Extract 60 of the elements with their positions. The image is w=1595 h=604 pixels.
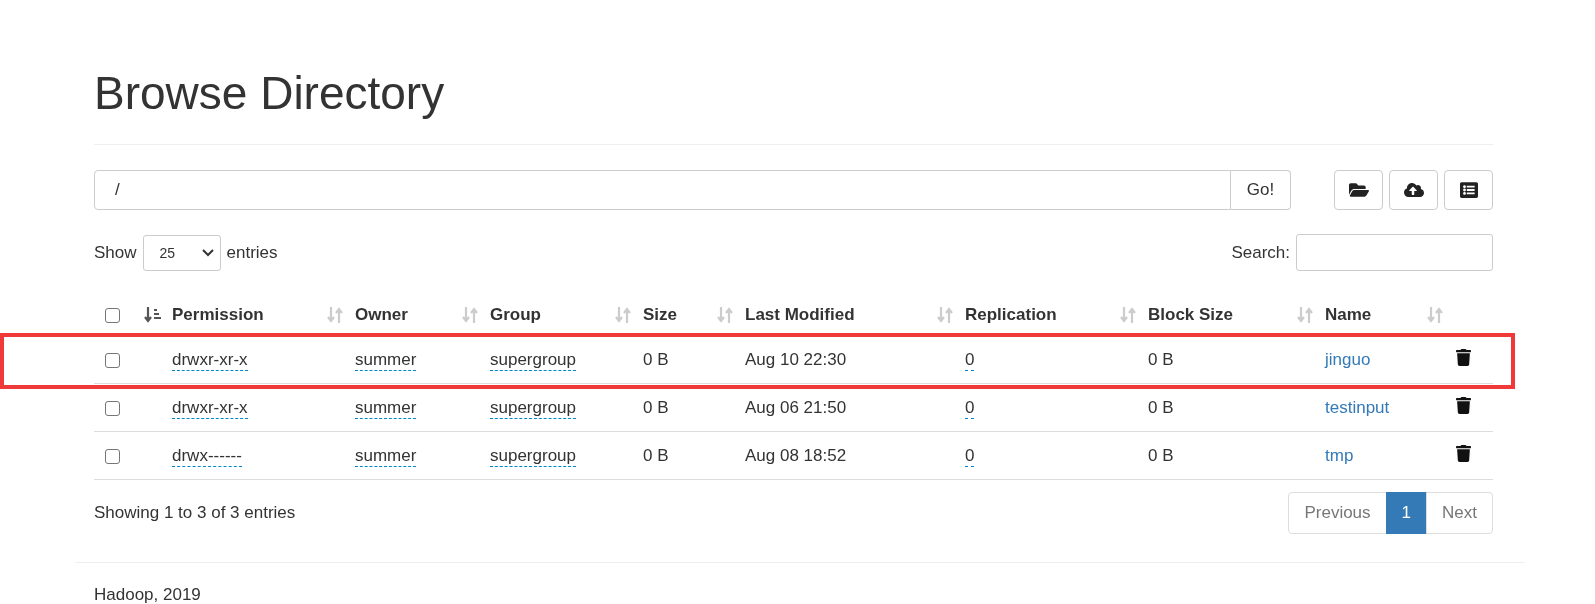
column-header[interactable]: Owner (355, 305, 408, 325)
table-cell[interactable]: 0 (965, 349, 975, 371)
table-cell: 0 B (1148, 445, 1174, 465)
table-cell[interactable]: drwxr-xr-x (172, 349, 248, 371)
cloud-upload-icon (1403, 180, 1424, 200)
column-header[interactable]: Name (1325, 305, 1372, 325)
path-field[interactable]: / (94, 170, 1231, 210)
table-cell: 0 B (1148, 349, 1174, 369)
table-cell[interactable]: summer (355, 445, 417, 467)
sort-icon[interactable] (144, 306, 162, 324)
table-cell[interactable]: supergroup (490, 349, 576, 371)
column-header[interactable]: Size (643, 305, 678, 325)
list-button[interactable] (1444, 170, 1493, 210)
pagination-button[interactable]: Next (1426, 492, 1493, 534)
table-cell: Aug 10 22:30 (745, 349, 847, 369)
page-title: Browse Directory (94, 0, 1493, 145)
table-cell: Aug 06 21:50 (745, 397, 847, 417)
footer-text: Hadoop, 2019 (94, 584, 202, 604)
chevron-icon (201, 248, 214, 257)
table-cell[interactable]: summer (355, 397, 417, 419)
column-header[interactable]: Last Modified (745, 305, 855, 325)
table-cell: Aug 08 18:52 (745, 445, 847, 465)
file-name-link[interactable]: testinput (1325, 397, 1390, 417)
select-all-checkbox[interactable] (105, 307, 120, 323)
file-name-link[interactable]: jinguo (1325, 349, 1371, 369)
trash-icon[interactable] (1455, 348, 1472, 366)
table-cell[interactable]: 0 (965, 397, 975, 419)
search-field[interactable] (1296, 234, 1493, 271)
entries-select[interactable]: 25 (142, 234, 221, 271)
go-button[interactable]: Go! (1231, 170, 1291, 210)
file-name-link[interactable]: tmp (1325, 445, 1354, 465)
table-cell[interactable]: supergroup (490, 445, 576, 467)
upload-button[interactable] (1389, 170, 1438, 210)
trash-icon[interactable] (1455, 396, 1472, 414)
show-label: Show (94, 242, 137, 263)
trash-icon[interactable] (1455, 444, 1472, 462)
column-header[interactable]: Block Size (1148, 305, 1234, 325)
table-cell: 0 B (643, 445, 669, 465)
create-folder-button[interactable] (1334, 170, 1383, 210)
entries-label: entries (226, 242, 278, 263)
table-cell[interactable]: 0 (965, 445, 975, 467)
entries-info: Showing 1 to 3 of 3 entries (94, 503, 296, 523)
column-header[interactable]: Replication (965, 305, 1057, 325)
table-cell[interactable]: summer (355, 349, 417, 371)
table-cell[interactable]: supergroup (490, 397, 576, 419)
pagination-button[interactable]: 1 (1385, 492, 1428, 534)
column-header[interactable]: Group (490, 305, 541, 325)
row-checkbox[interactable] (105, 352, 120, 368)
list-icon (1459, 181, 1478, 199)
table-cell[interactable]: drwxr-xr-x (172, 397, 248, 419)
row-checkbox[interactable] (105, 400, 120, 416)
table-cell: 0 B (643, 397, 669, 417)
row-checkbox[interactable] (105, 448, 120, 464)
table-cell[interactable]: drwx------ (172, 445, 242, 467)
folder-icon (1348, 180, 1369, 200)
table-cell: 0 B (1148, 397, 1174, 417)
column-header[interactable]: Permission (172, 305, 264, 325)
pagination-button[interactable]: Previous (1288, 492, 1387, 534)
table-cell: 0 B (643, 349, 669, 369)
search-label: Search: (1231, 242, 1290, 263)
